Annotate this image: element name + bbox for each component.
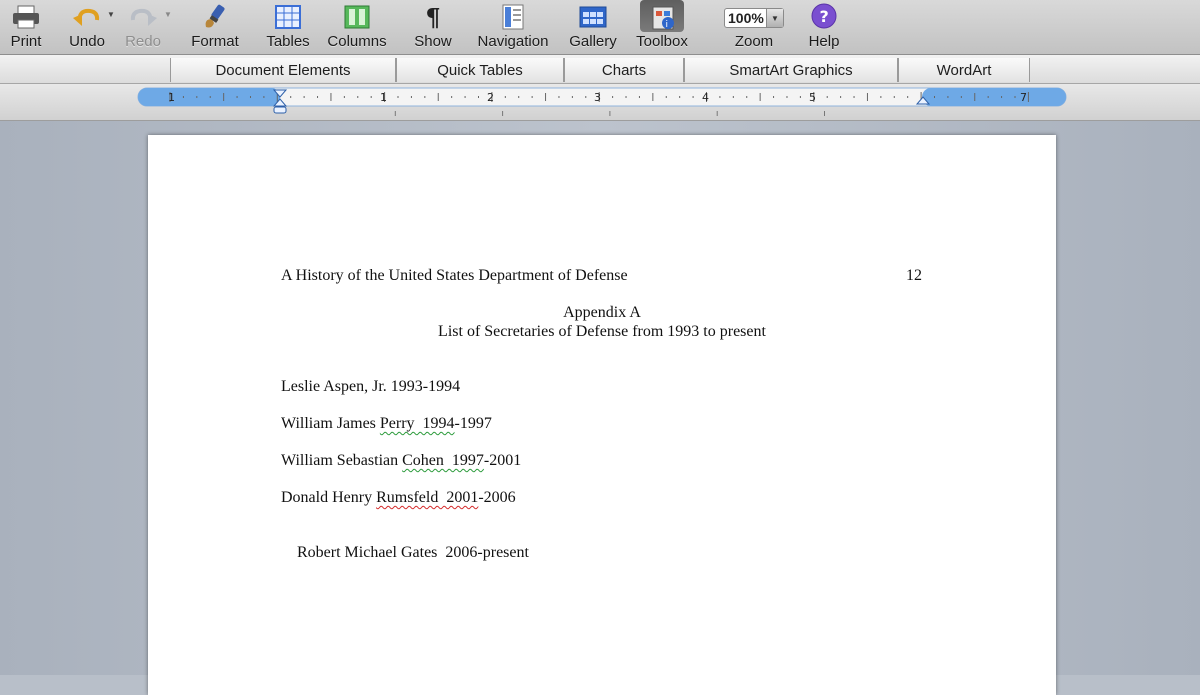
list-item[interactable]: Donald Henry Rumsfeld 2001-2006 [281,489,516,507]
help-button[interactable]: ? Help [800,0,848,54]
horizontal-ruler[interactable]: 1 1 2 3 4 5 7 [0,84,1200,121]
redo-dropdown-icon[interactable]: ▼ [164,10,172,19]
ruler-number: 1 [380,91,387,104]
standard-toolbar: Print Undo ▼ Redo ▼ Format Tables Column… [0,0,1200,55]
redo-label: Redo [125,33,161,50]
ruler-number: 2 [487,91,494,104]
document-page[interactable]: A History of the United States Departmen… [148,135,1056,695]
appendix-heading[interactable]: Appendix A [148,304,1056,322]
undo-label: Undo [69,33,105,50]
ruler-number: 1 [168,91,175,104]
ruler-number: 5 [809,91,816,104]
list-item[interactable]: William Sebastian Cohen 1997-2001 [281,452,521,470]
redo-button[interactable]: Redo [120,0,166,54]
tab-quick-tables[interactable]: Quick Tables [396,58,564,82]
ruler-number: 4 [702,91,709,104]
format-label: Format [191,33,239,50]
tables-button[interactable]: Tables [262,0,314,54]
help-icon: ? [809,0,839,34]
paintbrush-icon [200,0,230,34]
tab-charts[interactable]: Charts [564,58,684,82]
zoom-field[interactable]: 100% ▼ [724,8,784,28]
print-button[interactable]: Print [4,0,48,54]
redo-icon [126,0,160,34]
tab-smartart-graphics[interactable]: SmartArt Graphics [684,58,898,82]
list-item[interactable]: Robert Michael Gates 2006-present [281,526,529,580]
print-label: Print [10,33,42,50]
svg-text:?: ? [820,7,829,26]
columns-label: Columns [327,33,387,50]
tables-label: Tables [266,33,310,50]
help-label: Help [808,33,840,50]
appendix-subheading[interactable]: List of Secretaries of Defense from 1993… [148,323,1056,341]
svg-text:i: i [666,20,669,30]
toolbox-button[interactable]: i Toolbox [628,0,696,54]
ruler-graphic: 1 1 2 3 4 5 7 [137,87,1067,116]
navigation-pane-icon [500,0,526,34]
spelling-flagged-text[interactable]: Rumsfeld 2001 [376,489,478,506]
columns-button[interactable]: Columns [322,0,392,54]
tab-wordart[interactable]: WordArt [898,58,1030,82]
navigation-button[interactable]: Navigation [470,0,556,54]
undo-dropdown-icon[interactable]: ▼ [107,10,115,19]
grammar-flagged-text[interactable]: Cohen 1997 [402,452,484,469]
show-button[interactable]: ¶ Show [410,0,456,54]
gallery-label: Gallery [569,33,617,50]
pilcrow-icon: ¶ [425,2,441,32]
page-number[interactable]: 12 [906,267,922,285]
columns-icon [343,0,371,34]
undo-button[interactable]: Undo [62,0,112,54]
toolbox-label: Toolbox [636,33,688,50]
zoom-control: 100% ▼ Zoom [714,0,794,54]
ruler-right-margin [922,88,1066,106]
zoom-value: 100% [728,10,764,26]
running-header-title[interactable]: A History of the United States Departmen… [281,267,628,285]
printer-icon [11,0,41,34]
list-item[interactable]: William James Perry 1994-1997 [281,415,492,433]
ruler-left-margin [138,88,280,106]
undo-icon [70,0,104,34]
navigation-label: Navigation [477,33,549,50]
grammar-flagged-text[interactable]: Perry 1994 [380,415,455,432]
gallery-button[interactable]: Gallery [564,0,622,54]
list-item[interactable]: Leslie Aspen, Jr. 1993-1994 [281,378,460,396]
format-button[interactable]: Format [186,0,244,54]
gallery-icon [578,0,608,34]
toolbox-icon: i [647,0,677,34]
ruler-number: 7 [1020,91,1027,104]
table-icon [274,0,302,34]
zoom-dropdown-icon[interactable]: ▼ [766,9,783,27]
elements-gallery: Document Elements Quick Tables Charts Sm… [0,55,1200,84]
ruler-number: 3 [594,91,601,104]
show-label: Show [414,33,452,50]
zoom-label: Zoom [734,33,774,50]
tab-document-elements[interactable]: Document Elements [170,58,396,82]
